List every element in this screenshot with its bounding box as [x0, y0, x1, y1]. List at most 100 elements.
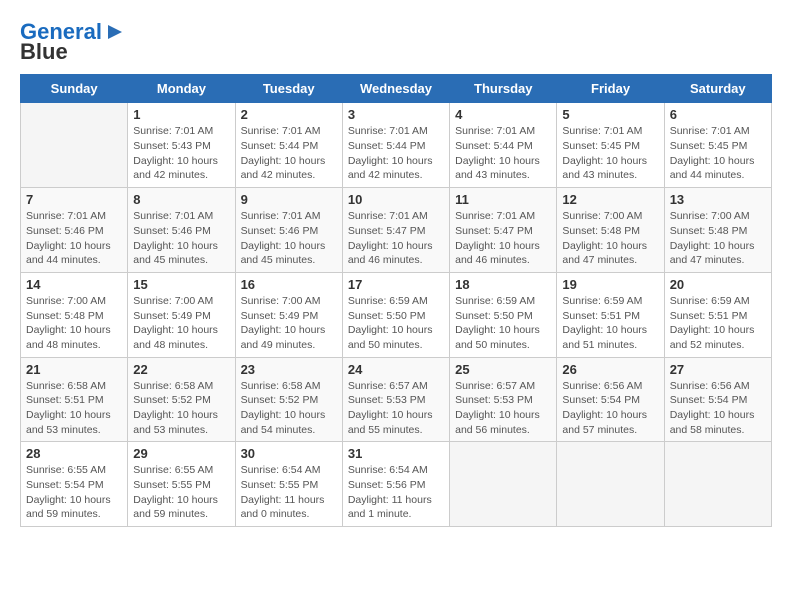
day-number: 24 [348, 362, 444, 377]
calendar-cell: 17Sunrise: 6:59 AM Sunset: 5:50 PM Dayli… [342, 272, 449, 357]
calendar-cell: 2 Sunrise: 7:01 AM Sunset: 5:44 PM Daylig… [235, 103, 342, 188]
day-detail: Sunrise: 6:59 AM Sunset: 5:51 PM Dayligh… [562, 294, 658, 353]
header-day-thursday: Thursday [450, 75, 557, 103]
day-detail: Sunrise: 6:58 AM Sunset: 5:52 PM Dayligh… [133, 379, 229, 438]
day-detail: Sunrise: 7:01 AM Sunset: 5:47 PM Dayligh… [455, 209, 551, 268]
day-detail: Sunrise: 6:58 AM Sunset: 5:52 PM Dayligh… [241, 379, 337, 438]
calendar-cell: 7 Sunrise: 7:01 AM Sunset: 5:46 PM Daylig… [21, 188, 128, 273]
day-number: 29 [133, 446, 229, 461]
week-row-1: 1 Sunrise: 7:01 AM Sunset: 5:43 PM Daylig… [21, 103, 772, 188]
calendar-cell: 6 Sunrise: 7:01 AM Sunset: 5:45 PM Daylig… [664, 103, 771, 188]
day-detail: Sunrise: 7:01 AM Sunset: 5:46 PM Dayligh… [26, 209, 122, 268]
calendar-cell: 27 Sunrise: 6:56 AM Sunset: 5:54 PM Dayli… [664, 357, 771, 442]
calendar-cell: 5 Sunrise: 7:01 AM Sunset: 5:45 PM Daylig… [557, 103, 664, 188]
day-number: 22 [133, 362, 229, 377]
day-number: 23 [241, 362, 337, 377]
day-number: 20 [670, 277, 766, 292]
calendar-cell [450, 442, 557, 527]
day-detail: Sunrise: 6:57 AM Sunset: 5:53 PM Dayligh… [455, 379, 551, 438]
day-detail: Sunrise: 6:58 AM Sunset: 5:51 PM Dayligh… [26, 379, 122, 438]
day-detail: Sunrise: 6:59 AM Sunset: 5:50 PM Dayligh… [455, 294, 551, 353]
day-number: 2 [241, 107, 337, 122]
calendar-cell: 4Sunrise: 7:01 AM Sunset: 5:44 PM Daylig… [450, 103, 557, 188]
day-number: 26 [562, 362, 658, 377]
day-number: 14 [26, 277, 122, 292]
header-row: SundayMondayTuesdayWednesdayThursdayFrid… [21, 75, 772, 103]
calendar-cell [21, 103, 128, 188]
day-detail: Sunrise: 7:00 AM Sunset: 5:48 PM Dayligh… [562, 209, 658, 268]
day-number: 21 [26, 362, 122, 377]
week-row-3: 14 Sunrise: 7:00 AM Sunset: 5:48 PM Dayli… [21, 272, 772, 357]
day-detail: Sunrise: 7:00 AM Sunset: 5:48 PM Dayligh… [670, 209, 766, 268]
week-row-4: 21 Sunrise: 6:58 AM Sunset: 5:51 PM Dayli… [21, 357, 772, 442]
day-number: 30 [241, 446, 337, 461]
day-detail: Sunrise: 7:01 AM Sunset: 5:46 PM Dayligh… [133, 209, 229, 268]
day-number: 16 [241, 277, 337, 292]
calendar-cell: 23 Sunrise: 6:58 AM Sunset: 5:52 PM Dayli… [235, 357, 342, 442]
day-number: 27 [670, 362, 766, 377]
day-number: 3 [348, 107, 444, 122]
day-detail: Sunrise: 7:00 AM Sunset: 5:48 PM Dayligh… [26, 294, 122, 353]
day-detail: Sunrise: 7:01 AM Sunset: 5:45 PM Dayligh… [562, 124, 658, 183]
calendar-cell [557, 442, 664, 527]
calendar-cell: 30 Sunrise: 6:54 AM Sunset: 5:55 PM Dayli… [235, 442, 342, 527]
day-detail: Sunrise: 6:59 AM Sunset: 5:50 PM Dayligh… [348, 294, 444, 353]
calendar-cell: 12 Sunrise: 7:00 AM Sunset: 5:48 PM Dayli… [557, 188, 664, 273]
day-detail: Sunrise: 6:56 AM Sunset: 5:54 PM Dayligh… [670, 379, 766, 438]
calendar-cell: 16 Sunrise: 7:00 AM Sunset: 5:49 PM Dayli… [235, 272, 342, 357]
calendar-cell [664, 442, 771, 527]
day-number: 1 [133, 107, 229, 122]
day-detail: Sunrise: 7:00 AM Sunset: 5:49 PM Dayligh… [133, 294, 229, 353]
day-number: 25 [455, 362, 551, 377]
page-header: General Blue [20, 20, 772, 64]
calendar-cell: 9Sunrise: 7:01 AM Sunset: 5:46 PM Daylig… [235, 188, 342, 273]
day-number: 15 [133, 277, 229, 292]
calendar-cell: 28Sunrise: 6:55 AM Sunset: 5:54 PM Dayli… [21, 442, 128, 527]
header-day-monday: Monday [128, 75, 235, 103]
header-day-friday: Friday [557, 75, 664, 103]
week-row-2: 7 Sunrise: 7:01 AM Sunset: 5:46 PM Daylig… [21, 188, 772, 273]
calendar-cell: 29 Sunrise: 6:55 AM Sunset: 5:55 PM Dayli… [128, 442, 235, 527]
week-row-5: 28Sunrise: 6:55 AM Sunset: 5:54 PM Dayli… [21, 442, 772, 527]
calendar-cell: 22 Sunrise: 6:58 AM Sunset: 5:52 PM Dayli… [128, 357, 235, 442]
calendar-cell: 18 Sunrise: 6:59 AM Sunset: 5:50 PM Dayli… [450, 272, 557, 357]
calendar-cell: 20 Sunrise: 6:59 AM Sunset: 5:51 PM Dayli… [664, 272, 771, 357]
day-number: 18 [455, 277, 551, 292]
calendar-cell: 26Sunrise: 6:56 AM Sunset: 5:54 PM Dayli… [557, 357, 664, 442]
day-detail: Sunrise: 6:55 AM Sunset: 5:55 PM Dayligh… [133, 463, 229, 522]
calendar-cell: 11Sunrise: 7:01 AM Sunset: 5:47 PM Dayli… [450, 188, 557, 273]
day-number: 9 [241, 192, 337, 207]
day-number: 7 [26, 192, 122, 207]
day-detail: Sunrise: 7:01 AM Sunset: 5:43 PM Dayligh… [133, 124, 229, 183]
calendar-cell: 15 Sunrise: 7:00 AM Sunset: 5:49 PM Dayli… [128, 272, 235, 357]
calendar-header: SundayMondayTuesdayWednesdayThursdayFrid… [21, 75, 772, 103]
day-number: 10 [348, 192, 444, 207]
calendar-cell: 14 Sunrise: 7:00 AM Sunset: 5:48 PM Dayli… [21, 272, 128, 357]
calendar-cell: 13Sunrise: 7:00 AM Sunset: 5:48 PM Dayli… [664, 188, 771, 273]
header-day-wednesday: Wednesday [342, 75, 449, 103]
calendar-cell: 25 Sunrise: 6:57 AM Sunset: 5:53 PM Dayli… [450, 357, 557, 442]
calendar-cell: 19 Sunrise: 6:59 AM Sunset: 5:51 PM Dayli… [557, 272, 664, 357]
calendar-table: SundayMondayTuesdayWednesdayThursdayFrid… [20, 74, 772, 527]
day-detail: Sunrise: 6:57 AM Sunset: 5:53 PM Dayligh… [348, 379, 444, 438]
day-number: 12 [562, 192, 658, 207]
day-detail: Sunrise: 6:55 AM Sunset: 5:54 PM Dayligh… [26, 463, 122, 522]
day-number: 5 [562, 107, 658, 122]
day-number: 8 [133, 192, 229, 207]
day-detail: Sunrise: 7:01 AM Sunset: 5:45 PM Dayligh… [670, 124, 766, 183]
logo: General Blue [20, 20, 126, 64]
logo-arrow-icon [104, 21, 126, 43]
day-number: 6 [670, 107, 766, 122]
calendar-cell: 1 Sunrise: 7:01 AM Sunset: 5:43 PM Daylig… [128, 103, 235, 188]
day-detail: Sunrise: 7:00 AM Sunset: 5:49 PM Dayligh… [241, 294, 337, 353]
day-detail: Sunrise: 7:01 AM Sunset: 5:44 PM Dayligh… [455, 124, 551, 183]
calendar-cell: 24 Sunrise: 6:57 AM Sunset: 5:53 PM Dayli… [342, 357, 449, 442]
day-detail: Sunrise: 7:01 AM Sunset: 5:44 PM Dayligh… [241, 124, 337, 183]
header-day-sunday: Sunday [21, 75, 128, 103]
header-day-tuesday: Tuesday [235, 75, 342, 103]
calendar-body: 1 Sunrise: 7:01 AM Sunset: 5:43 PM Daylig… [21, 103, 772, 527]
calendar-cell: 8 Sunrise: 7:01 AM Sunset: 5:46 PM Daylig… [128, 188, 235, 273]
day-number: 19 [562, 277, 658, 292]
day-detail: Sunrise: 6:54 AM Sunset: 5:55 PM Dayligh… [241, 463, 337, 522]
day-detail: Sunrise: 6:59 AM Sunset: 5:51 PM Dayligh… [670, 294, 766, 353]
